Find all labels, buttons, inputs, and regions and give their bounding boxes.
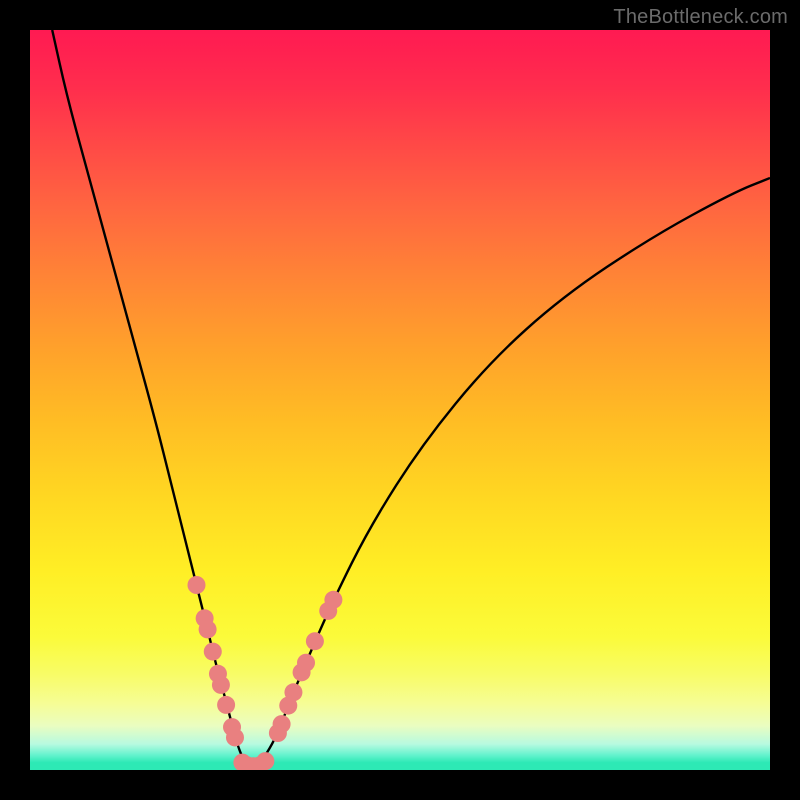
data-marker [217,696,235,714]
data-markers [188,576,343,770]
data-marker [226,728,244,746]
chart-frame: TheBottleneck.com [0,0,800,800]
data-marker [306,632,324,650]
bottleneck-curve [52,30,770,768]
data-marker [297,654,315,672]
data-marker [188,576,206,594]
chart-svg [30,30,770,770]
plot-area [30,30,770,770]
data-marker [204,643,222,661]
data-marker [284,683,302,701]
data-marker [256,752,274,770]
watermark-text: TheBottleneck.com [613,6,788,29]
data-marker [212,676,230,694]
data-marker [324,591,342,609]
data-marker [199,620,217,638]
data-marker [273,715,291,733]
